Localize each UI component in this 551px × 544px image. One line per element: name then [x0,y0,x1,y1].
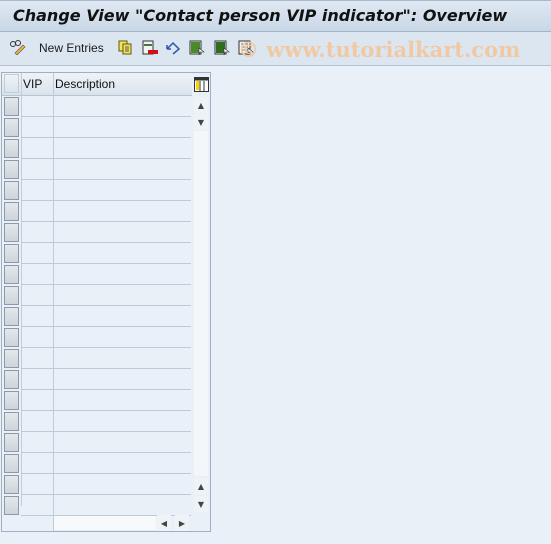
row-selector[interactable] [4,370,19,389]
table-row [21,431,191,432]
vertical-scrollbar-track[interactable] [194,131,208,476]
table-row [21,137,191,138]
table-row [21,263,191,264]
delete-icon[interactable] [142,40,158,55]
row-selector[interactable] [4,244,19,263]
column-divider [53,73,54,531]
table-row [21,347,191,348]
row-selector[interactable] [4,307,19,326]
scroll-left-button[interactable]: ◀ [157,515,171,531]
table-row [21,221,191,222]
table-row [21,410,191,411]
row-selector[interactable] [4,223,19,242]
table-row [21,158,191,159]
scroll-up-button[interactable]: ▲ [194,97,208,113]
table-row [21,305,191,306]
table-row [21,452,191,453]
new-entries-button[interactable]: New Entries [39,41,104,55]
table-row [21,284,191,285]
row-selector[interactable] [4,265,19,284]
row-selector[interactable] [4,181,19,200]
row-selector[interactable] [4,496,19,515]
table-row [21,473,191,474]
select-all-icon[interactable] [189,40,205,55]
undo-icon[interactable] [165,40,181,55]
copy-icon[interactable] [118,40,132,55]
row-selector[interactable] [4,391,19,410]
row-selector[interactable] [4,412,19,431]
scroll-right-button[interactable]: ▶ [175,515,189,531]
select-all-rows-button[interactable] [4,74,19,93]
select-block-icon[interactable] [214,40,230,55]
table-row [21,179,191,180]
table-row [21,389,191,390]
page-title: Change View "Contact person VIP indicato… [13,6,508,25]
column-header-description[interactable]: Description [55,73,115,95]
row-selector[interactable] [4,475,19,494]
row-selector[interactable] [4,97,19,116]
column-header-vip[interactable]: VIP [23,73,42,95]
row-selector[interactable] [4,454,19,473]
table-row [21,368,191,369]
row-selector[interactable] [4,160,19,179]
watermark: © www.tutorialkart.com [238,37,521,62]
scroll-page-down-button[interactable]: ▼ [194,496,208,512]
table-row [21,326,191,327]
row-selector[interactable] [4,349,19,368]
scroll-down-button[interactable]: ▼ [194,114,208,130]
title-bar: Change View "Contact person VIP indicato… [0,0,551,32]
vip-indicator-table: VIP Description ▲ ▼ ▲ ▼ ◀ ▶ [1,72,211,532]
edit-glasses-icon[interactable] [9,40,26,55]
table-row [21,494,191,495]
table-header: VIP Description [2,73,192,96]
row-selector[interactable] [4,118,19,137]
scroll-page-up-button[interactable]: ▲ [194,478,208,494]
row-selector[interactable] [4,139,19,158]
row-selector[interactable] [4,433,19,452]
horizontal-scrollbar-track[interactable] [54,516,156,530]
table-row [21,200,191,201]
row-selector[interactable] [4,202,19,221]
column-settings-icon[interactable] [194,77,209,92]
table-row [21,242,191,243]
row-selector[interactable] [4,328,19,347]
application-toolbar: New Entries © www.tutorialkart.com [0,32,551,66]
row-selector[interactable] [4,286,19,305]
table-row [21,116,191,117]
